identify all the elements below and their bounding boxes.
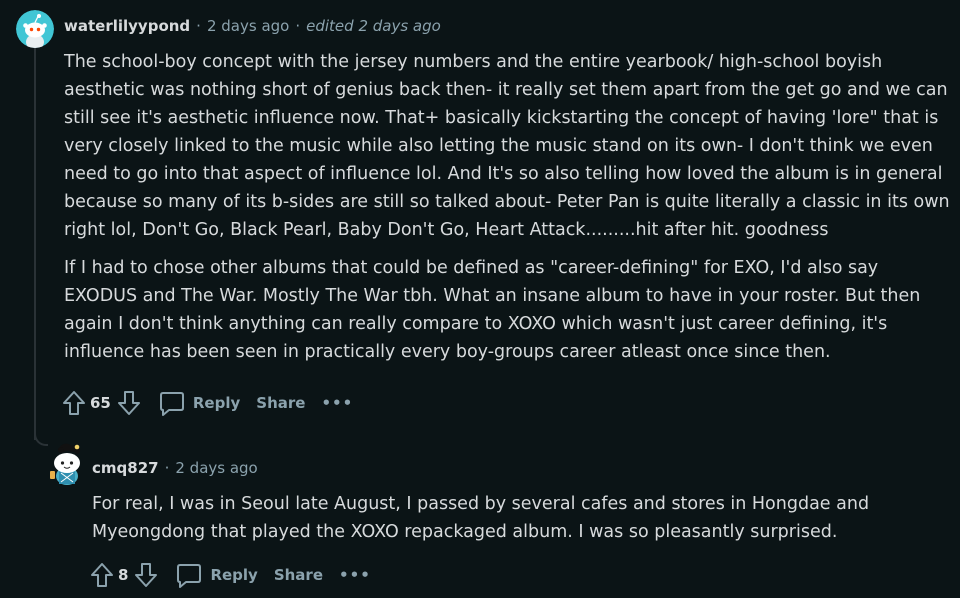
comment-body: For real, I was in Seoul late August, I … [92,490,952,546]
reply-button[interactable]: Reply [159,390,240,416]
meta-separator: · [196,17,201,35]
comment-meta: cmq827 · 2 days ago [92,459,258,477]
timestamp[interactable]: 2 days ago [207,17,289,35]
reply-label: Reply [192,394,241,412]
avatar[interactable] [44,440,86,486]
share-button[interactable]: Share [256,394,305,412]
thread-line[interactable] [34,48,36,440]
upvote-icon[interactable] [90,562,114,588]
snoo-avatar-icon [16,10,54,48]
chat-bubble-icon [176,562,202,588]
comment-paragraph: For real, I was in Seoul late August, I … [92,494,870,542]
reply-button[interactable]: Reply [176,562,258,588]
upvote-icon[interactable] [62,390,86,416]
downvote-icon[interactable] [117,390,141,416]
author-name[interactable]: waterlilyypond [64,17,190,35]
share-button[interactable]: Share [274,566,323,584]
comment-meta: waterlilyypond · 2 days ago · edited 2 d… [64,17,441,35]
downvote-icon[interactable] [134,562,158,588]
comment-paragraph: The school-boy concept with the jersey n… [64,52,950,240]
vote-count: 8 [118,566,129,584]
timestamp[interactable]: 2 days ago [175,459,257,477]
comment-actions: 65 Reply Share ••• [62,390,353,416]
vote-count: 65 [90,394,111,412]
meta-separator: · [164,459,170,477]
comment-actions: 8 Reply Share ••• [90,562,371,588]
more-options-icon[interactable]: ••• [321,394,353,412]
avatar[interactable] [16,10,54,48]
edited-label: edited 2 days ago [306,17,441,35]
snoo-avatar-icon [50,443,81,485]
comment-paragraph: If I had to chose other albums that coul… [64,258,921,362]
chat-bubble-icon [159,390,185,416]
author-name[interactable]: cmq827 [92,459,159,477]
meta-separator: · [295,17,301,35]
comment-body: The school-boy concept with the jersey n… [64,48,954,366]
more-options-icon[interactable]: ••• [339,566,371,584]
reply-label: Reply [210,566,258,584]
